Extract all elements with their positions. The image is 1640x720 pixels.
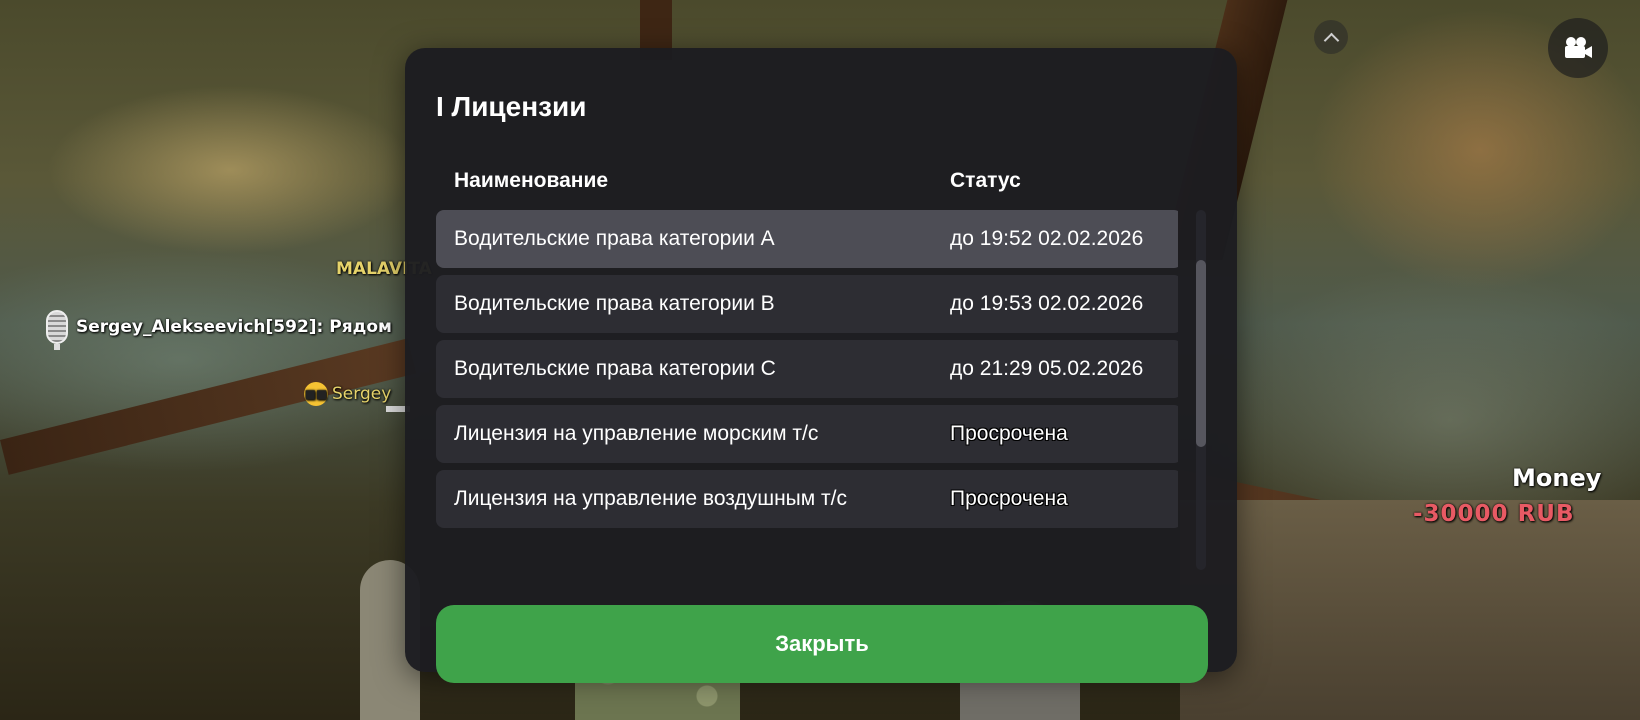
license-status: Просрочена [950,422,1068,445]
license-status: до 21:29 05.02.2026 [950,357,1144,380]
money-label: Money [1512,464,1602,492]
license-name: Водительские права категории C [454,357,776,380]
voice-chat-message: Sergey_Alekseevich[592]: Рядом [76,317,392,337]
license-name: Водительские права категории A [454,227,775,250]
license-name: Водительские права категории B [454,292,775,315]
license-row[interactable]: Водительские права категории C до 21:29 … [436,340,1178,398]
collapse-hud-button[interactable] [1314,20,1348,54]
chevron-up-icon [1323,32,1339,48]
player-label: ■■ Sergey [304,382,391,406]
microphone-icon [46,310,68,350]
voice-chat-line: Sergey_Alekseevich[592]: Рядом [46,310,392,350]
license-row[interactable]: Лицензия на управление морским т/с Проср… [436,405,1178,463]
license-name: Лицензия на управление воздушным т/с [454,487,847,510]
column-header-name: Наименование [454,169,609,192]
money-value: -30000 RUB [1413,501,1575,527]
license-row[interactable]: Лицензия на управление воздушным т/с Про… [436,470,1178,528]
sunglasses-emoji-icon: ■■ [304,382,328,406]
player-name: Sergey [332,384,392,404]
license-name: Лицензия на управление морским т/с [454,422,819,445]
license-status: до 19:53 02.02.2026 [950,292,1144,315]
video-camera-icon [1565,37,1592,58]
licenses-dialog: I Лицензии Наименование Статус Водительс… [405,48,1237,683]
license-status: Просрочена [950,487,1068,510]
close-button[interactable]: Закрыть [436,605,1208,683]
list-scrollbar[interactable] [1196,210,1206,570]
dialog-title: I Лицензии [436,91,587,122]
wooden-floor [1180,500,1640,720]
licenses-list[interactable]: Водительские права категории A до 19:52 … [436,210,1178,570]
column-header-status: Статус [950,169,1021,192]
camera-button[interactable] [1548,18,1608,78]
scrollbar-thumb[interactable] [1196,260,1206,447]
license-row[interactable]: Водительские права категории A до 19:52 … [436,210,1178,268]
license-status: до 19:52 02.02.2026 [950,227,1144,250]
license-row[interactable]: Водительские права категории B до 19:53 … [436,275,1178,333]
